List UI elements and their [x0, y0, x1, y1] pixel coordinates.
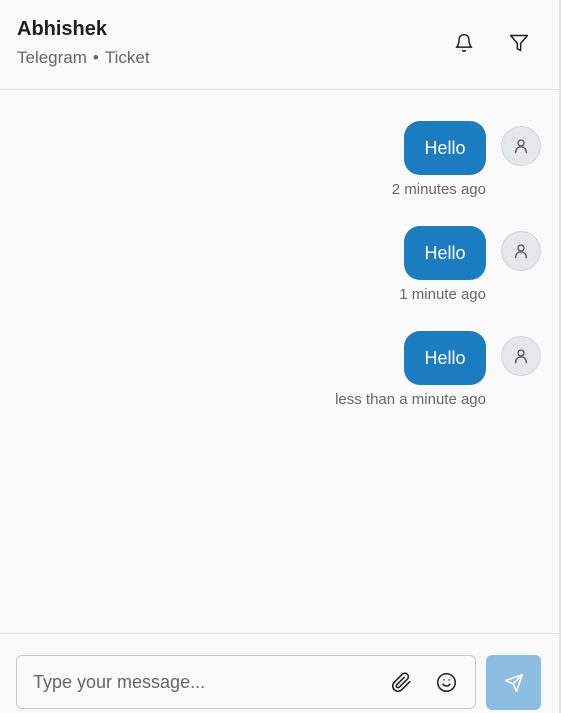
message-input[interactable] [17, 656, 393, 708]
notifications-button[interactable] [448, 27, 480, 59]
message-bubble: Hello [404, 331, 486, 385]
meta-separator: • [92, 48, 99, 67]
sender-avatar [501, 336, 541, 376]
message-timestamp: 2 minutes ago [391, 181, 486, 198]
emoji-button[interactable] [432, 668, 460, 696]
message-item: Hello 1 minute ago [186, 226, 486, 326]
conversation-type-label: Ticket [104, 48, 150, 67]
user-icon [515, 139, 527, 154]
send-icon [504, 673, 523, 692]
chat-header: Abhishek Telegram • Ticket [0, 0, 559, 90]
message-timestamp: 1 minute ago [399, 286, 486, 303]
message-bubble: Hello [404, 121, 486, 175]
message-timestamp: less than a minute ago [335, 391, 486, 408]
filter-icon [509, 34, 529, 52]
send-button[interactable] [486, 655, 541, 710]
filter-button[interactable] [503, 27, 535, 59]
message-bubble: Hello [404, 226, 486, 280]
message-item: Hello 2 minutes ago [186, 121, 486, 221]
channel-label: Telegram [17, 48, 87, 67]
user-icon [515, 244, 527, 259]
chat-panel: Abhishek Telegram • Ticket Hello 2 minutes… [0, 0, 561, 713]
bell-icon [455, 33, 473, 53]
sender-avatar [501, 126, 541, 166]
contact-name: Abhishek [17, 18, 108, 40]
message-list[interactable]: Hello 2 minutes ago Hello 1 minute ago H… [0, 91, 559, 633]
attach-file-button[interactable] [387, 668, 415, 696]
message-input-wrapper [16, 655, 476, 709]
sender-avatar [501, 231, 541, 271]
message-item: Hello less than a minute ago [186, 331, 486, 431]
paperclip-icon [391, 671, 411, 692]
smile-icon [436, 672, 456, 692]
user-icon [515, 349, 527, 364]
conversation-meta: Telegram • Ticket [17, 48, 150, 68]
message-composer [0, 633, 559, 713]
